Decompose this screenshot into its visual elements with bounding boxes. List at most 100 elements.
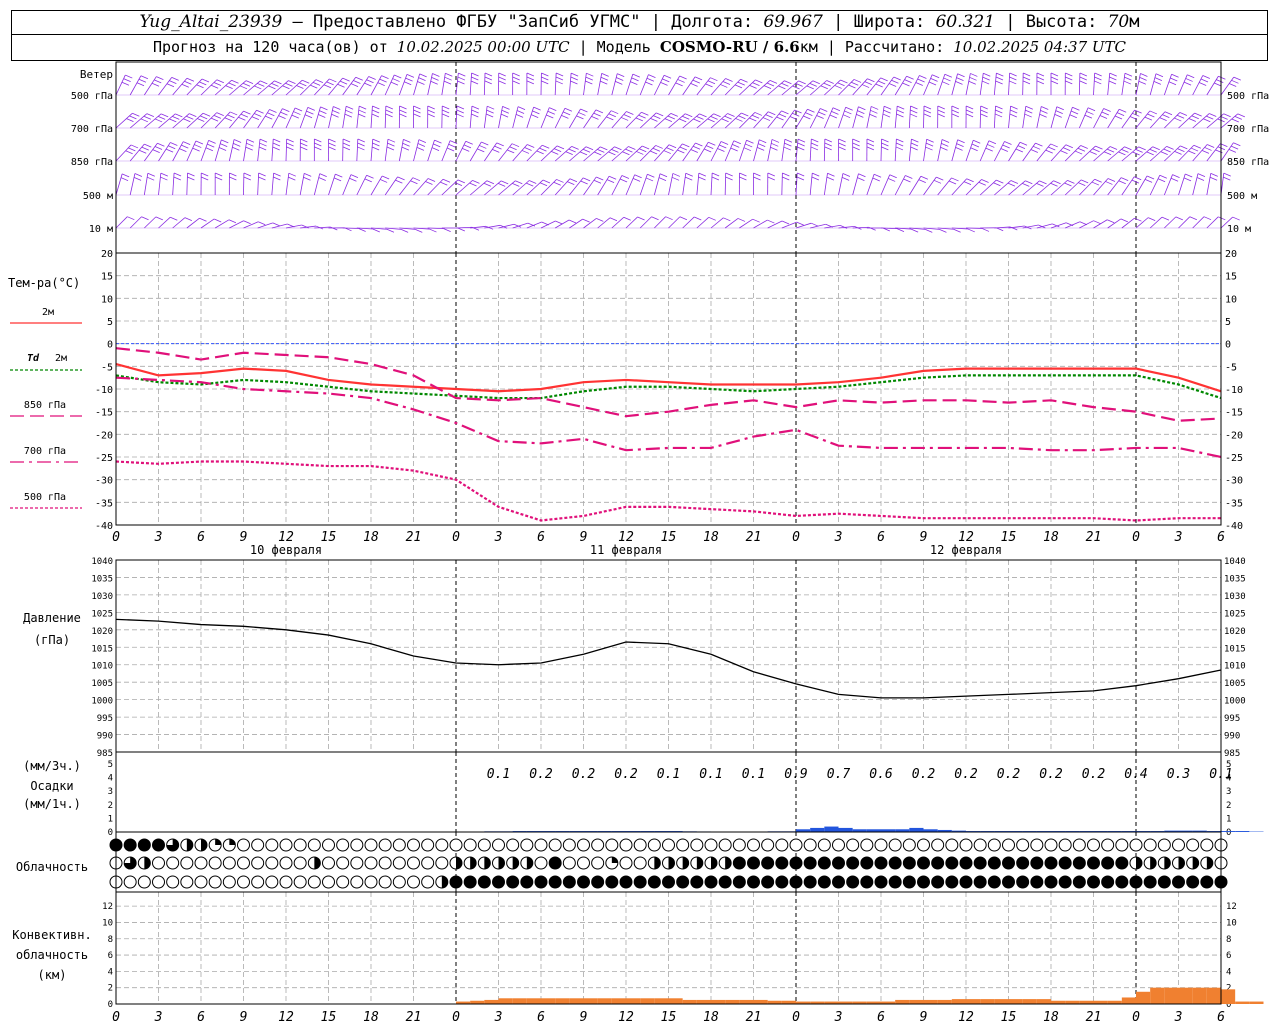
cloud-cover-circle (1072, 838, 1086, 852)
wind-barb-feather (337, 83, 345, 88)
wind-barb-feather (1036, 80, 1045, 85)
wind-barb-feather (606, 179, 615, 183)
wind-barb-feather (685, 172, 693, 177)
wind-barb (810, 223, 826, 229)
wind-barb-feather (569, 178, 578, 183)
wind-barb-feather (285, 82, 293, 87)
wind-barb-feather (402, 142, 410, 147)
wind-barb-feather (300, 138, 308, 143)
wind-barb-feather (1099, 115, 1108, 119)
wind-barb-feather (725, 176, 733, 181)
wind-barb-feather (941, 139, 950, 143)
wind-barb (115, 74, 126, 96)
wind-barb (1178, 144, 1195, 162)
cloud-cover-circle (350, 875, 364, 889)
wind-barb-feather (197, 118, 205, 122)
wind-barb-feather (306, 110, 314, 115)
wind-barb (1050, 222, 1067, 229)
wind-barb-feather (1024, 113, 1032, 118)
wind-barb (965, 140, 974, 162)
wind-barb-feather (296, 85, 304, 89)
wind-barb-feather (875, 83, 883, 88)
wind-barb-feather (238, 116, 246, 121)
cloud-cover-circle (251, 856, 265, 870)
wind-barb-feather (1164, 111, 1173, 116)
wind-barb-feather (366, 79, 374, 84)
wind-barb-feather (719, 144, 727, 149)
wind-barb-feather (995, 76, 1004, 81)
wind-barb-feather (1159, 174, 1167, 179)
wind-barb-feather (1022, 76, 1031, 81)
wind-barb-feather (955, 81, 963, 85)
cloud-cover-circle (463, 838, 477, 852)
conv-ytick-right: 6 (1226, 951, 1231, 961)
wind-barb-feather (228, 82, 236, 87)
wind-barb-feather (1041, 106, 1049, 110)
wind-barb (172, 113, 190, 129)
conv-bar (923, 999, 938, 1004)
wind-barb-feather (1070, 110, 1079, 115)
cloud-cover-circle (647, 875, 661, 889)
wind-barb (781, 221, 797, 229)
wind-barb-feather (1062, 147, 1071, 152)
wind-barb (597, 176, 610, 196)
wind-barb-feather (443, 228, 451, 232)
wind-barb-feather (471, 72, 479, 77)
wind-barb-feather (720, 141, 729, 145)
wind-barb-feather (1229, 83, 1237, 87)
cloud-cover-circle (407, 875, 420, 889)
cloud-cover-circle (1143, 838, 1157, 852)
wind-barb-feather (951, 113, 959, 118)
wind-barb (243, 221, 259, 229)
wind-barb-feather (910, 228, 919, 233)
wind-barb-feather (829, 114, 838, 119)
wind-barb-feather (595, 109, 604, 114)
wind-barb-feather (208, 139, 216, 144)
cloud-cover-circle (364, 856, 378, 870)
wind-barb (172, 173, 175, 196)
wind-barb (880, 174, 891, 196)
wind-barb-feather (151, 82, 160, 87)
wind-barb (1206, 143, 1221, 162)
wind-barb-feather (844, 110, 852, 115)
cloud-cover-fill (668, 857, 675, 869)
cloud-cover-circle (662, 875, 675, 889)
cloud-cover-circle (647, 838, 661, 852)
cloud-cover-circle (817, 856, 831, 870)
wind-barb (1107, 177, 1122, 196)
wind-barb-feather (811, 222, 819, 227)
conv-bar (980, 999, 995, 1004)
wind-barb (1121, 217, 1135, 229)
cloud-cover-circle (477, 875, 491, 889)
cloud-cover-circle (1016, 875, 1030, 889)
wind-barb-feather (259, 146, 267, 151)
cloud-cover-circle (137, 875, 151, 889)
wind-barb-feather (583, 177, 591, 182)
wind-barb-feather (1065, 80, 1073, 85)
wind-barb-feather (1207, 144, 1215, 148)
wind-barb-feather (600, 80, 608, 85)
wind-barb-feather (1101, 111, 1109, 116)
wind-barb-feather (695, 142, 703, 147)
wind-barb (611, 146, 629, 162)
wind-barb-feather (1030, 149, 1039, 153)
wind-barb-feather (1054, 114, 1062, 118)
wind-barb-feather (741, 112, 749, 117)
cloud-cover-fill (725, 857, 732, 869)
x-tick-label: 21 (746, 530, 762, 545)
wind-barb-feather (1140, 73, 1148, 77)
wind-barb-feather (1107, 178, 1116, 182)
cloud-cover-circle (506, 838, 520, 852)
wind-barb-feather (1230, 145, 1239, 150)
wind-barb-feather (580, 108, 588, 113)
wind-barb-feather (770, 146, 778, 151)
temp-ytick-left: 5 (107, 317, 113, 328)
wind-barb-feather (725, 172, 733, 177)
wind-barb-feather (469, 182, 477, 187)
wind-barb (427, 178, 444, 196)
cloud-cover-fill (1164, 857, 1171, 869)
wind-barb-feather (562, 111, 571, 116)
wind-barb-feather (213, 115, 222, 119)
cloud-cover-circle (421, 856, 435, 870)
wind-barb-feather (749, 117, 757, 122)
